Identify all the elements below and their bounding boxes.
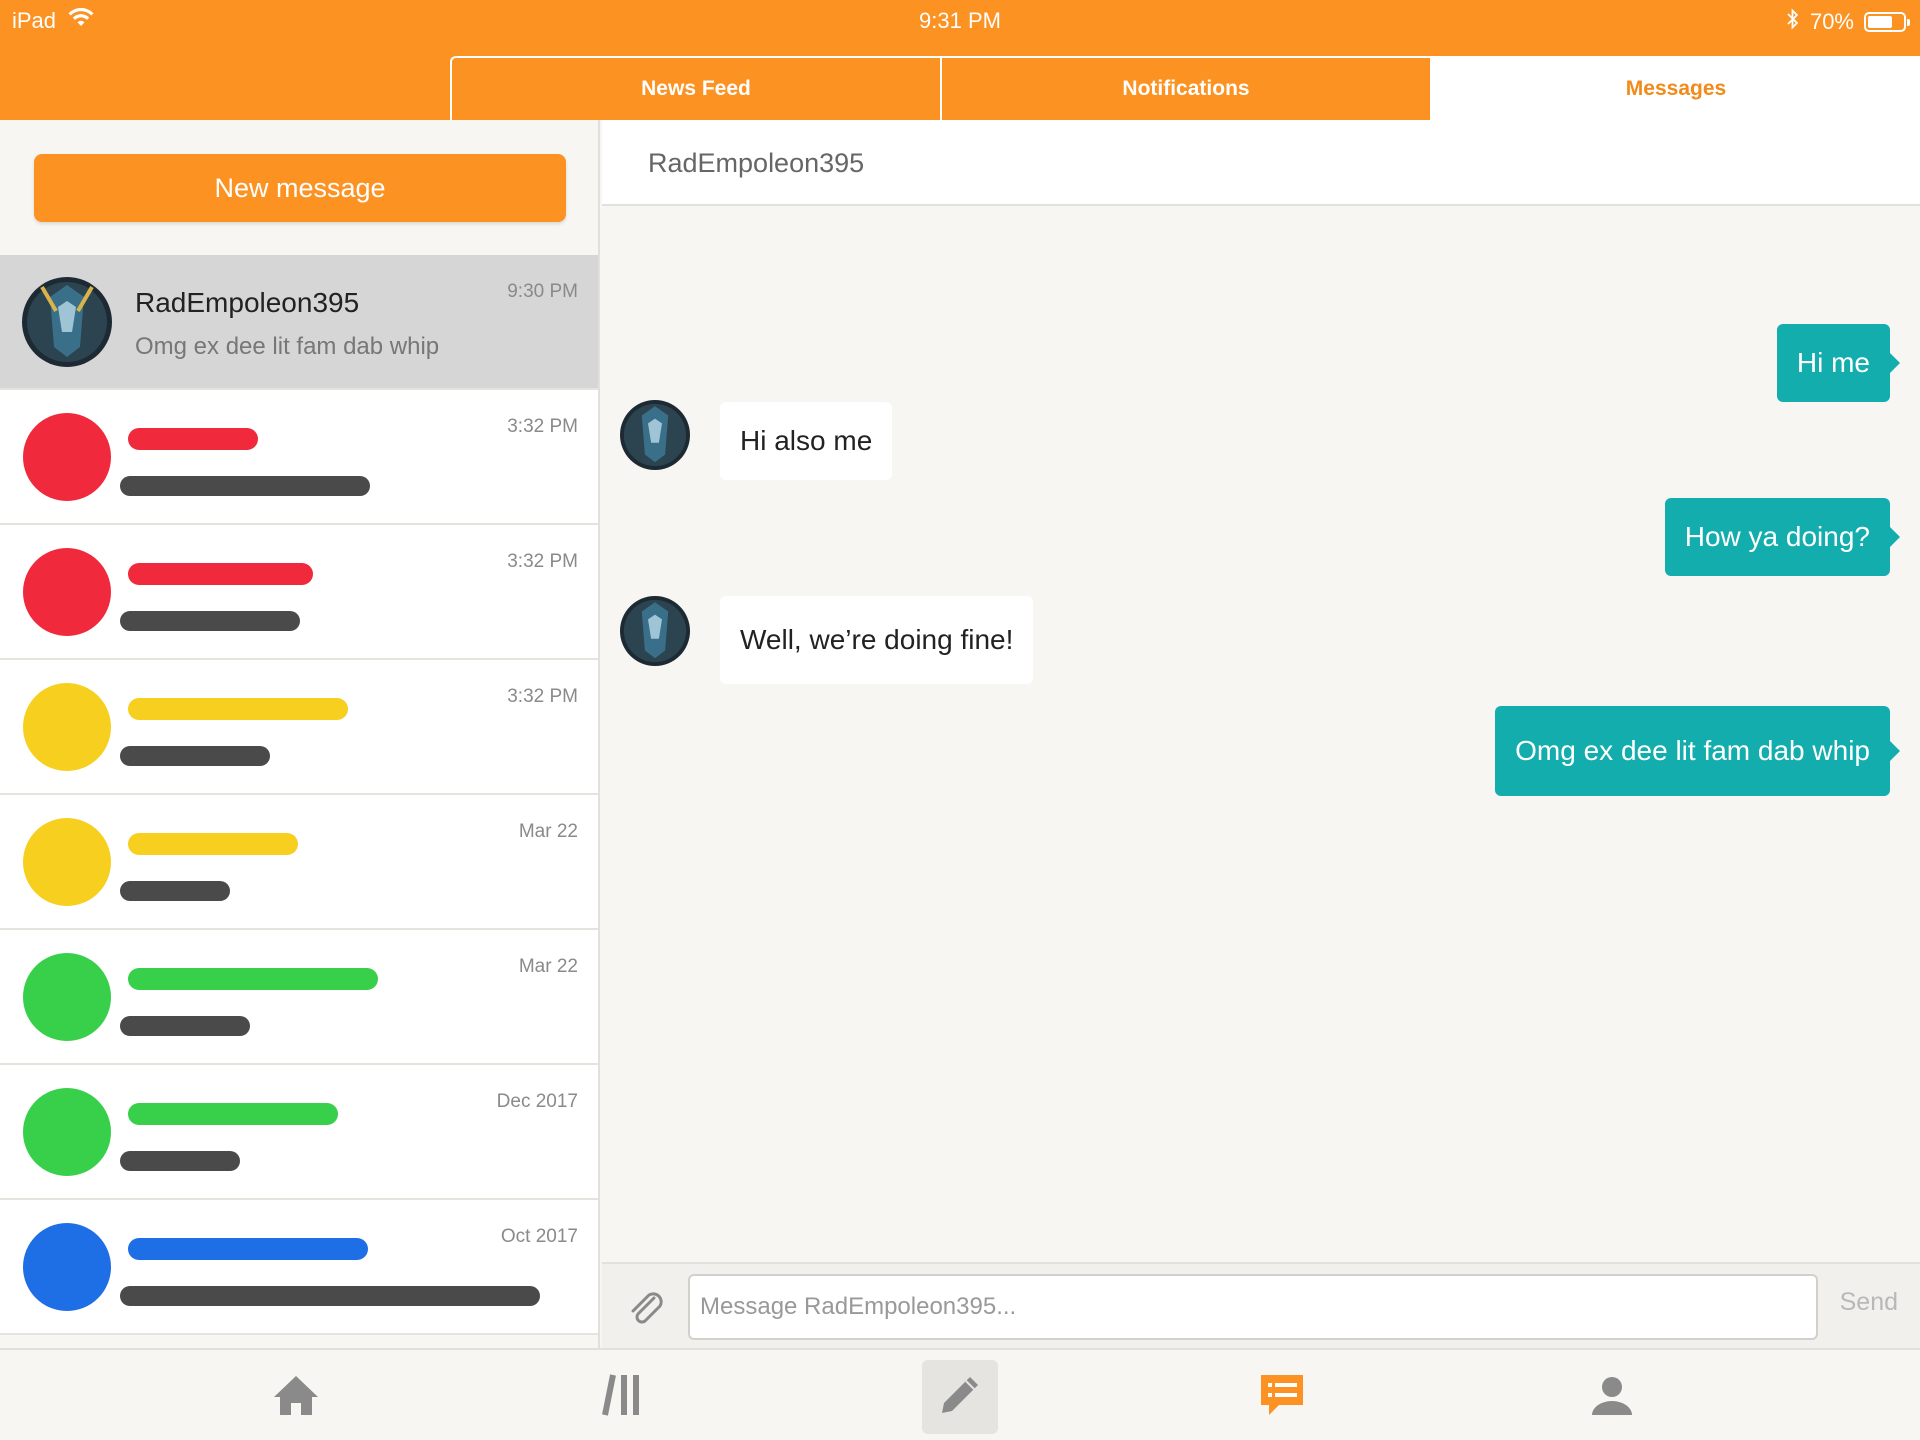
tab-notifications[interactable]: Notifications: [942, 58, 1432, 120]
redacted-avatar: [22, 952, 112, 1042]
redacted-name: [128, 698, 348, 720]
message-bubble-sent: How ya doing?: [1664, 498, 1901, 576]
message-composer: Send: [602, 1262, 1920, 1348]
avatar: [22, 277, 112, 367]
chat-panel: RadEmpoleon395 Hi me Hi also me How ya d…: [602, 120, 1920, 1348]
conversation-item[interactable]: Mar 22: [0, 795, 598, 930]
conversation-time: Mar 22: [518, 821, 578, 842]
send-button[interactable]: Send: [1840, 1288, 1898, 1317]
redacted-name: [128, 428, 258, 450]
conversation-item-radempoleon395[interactable]: RadEmpoleon395 Omg ex dee lit fam dab wh…: [0, 255, 598, 390]
conversation-time: Dec 2017: [496, 1091, 578, 1112]
conversation-time: 3:32 PM: [507, 551, 578, 572]
redacted-preview: [120, 1151, 240, 1171]
conversation-list: RadEmpoleon395 Omg ex dee lit fam dab wh…: [0, 255, 598, 1335]
redacted-avatar: [22, 817, 112, 907]
tab-news-feed[interactable]: News Feed: [452, 58, 942, 120]
redacted-name: [128, 563, 313, 585]
conversation-time: 3:32 PM: [507, 416, 578, 437]
chat-header: RadEmpoleon395: [602, 120, 1920, 206]
bottom-nav: [0, 1348, 1920, 1440]
message-bubble-received: Hi also me: [720, 402, 893, 480]
redacted-preview: [120, 746, 270, 766]
battery-fill: [1868, 16, 1892, 28]
battery-percent: 70%: [1809, 9, 1854, 34]
home-icon: [272, 1373, 320, 1422]
status-bar: iPad 9:31 PM 70%: [0, 0, 1920, 40]
nav-messages[interactable]: [1244, 1360, 1320, 1434]
conversation-preview: Omg ex dee lit fam dab whip: [135, 333, 440, 360]
conversation-time: Oct 2017: [500, 1226, 578, 1247]
nav-home[interactable]: [258, 1360, 334, 1434]
redacted-preview: [120, 1016, 250, 1036]
message-input[interactable]: [688, 1274, 1818, 1340]
conversation-time: 9:30 PM: [507, 281, 578, 302]
attachment-icon[interactable]: [624, 1286, 668, 1330]
conversation-sidebar: New message RadEmpoleon395 Omg ex dee li…: [0, 120, 600, 1348]
redacted-avatar: [22, 412, 112, 502]
new-message-button[interactable]: New message: [34, 154, 566, 222]
chat-title: RadEmpoleon395: [648, 148, 865, 178]
redacted-avatar: [22, 547, 112, 637]
compose-icon: [936, 1371, 984, 1424]
redacted-preview: [120, 611, 300, 631]
nav-library[interactable]: [587, 1360, 663, 1434]
redacted-preview: [120, 1286, 540, 1306]
profile-icon: [1590, 1373, 1634, 1422]
redacted-avatar: [22, 682, 112, 772]
conversation-item[interactable]: 3:32 PM: [0, 390, 598, 525]
redacted-name: [128, 1103, 338, 1125]
conversation-item[interactable]: 3:32 PM: [0, 660, 598, 795]
conversation-item[interactable]: Mar 22: [0, 930, 598, 1065]
bluetooth-icon: [1786, 8, 1800, 36]
nav-compose[interactable]: [922, 1360, 998, 1434]
redacted-preview: [120, 881, 230, 901]
avatar: [620, 400, 690, 470]
messages-icon: [1257, 1371, 1307, 1424]
conversation-item[interactable]: Oct 2017: [0, 1200, 598, 1335]
conversation-name: RadEmpoleon395: [135, 287, 360, 318]
redacted-avatar: [22, 1222, 112, 1312]
conversation-item[interactable]: Dec 2017: [0, 1065, 598, 1200]
message-thread: Hi me Hi also me How ya doing? Well, we’…: [602, 206, 1920, 1262]
library-icon: [601, 1371, 649, 1424]
conversation-time: 3:32 PM: [507, 686, 578, 707]
status-time: 9:31 PM: [919, 8, 1001, 33]
redacted-preview: [120, 476, 370, 496]
nav-profile[interactable]: [1574, 1360, 1650, 1434]
message-bubble-sent: Omg ex dee lit fam dab whip: [1495, 706, 1900, 796]
redacted-name: [128, 833, 298, 855]
message-bubble-sent: Hi me: [1776, 324, 1901, 402]
tab-messages[interactable]: Messages: [1432, 58, 1920, 120]
redacted-name: [128, 968, 378, 990]
redacted-name: [128, 1238, 368, 1260]
message-bubble-received: Well, we’re doing fine!: [720, 596, 1034, 684]
battery-icon: [1864, 12, 1910, 32]
avatar: [620, 596, 690, 666]
conversation-item[interactable]: 3:32 PM: [0, 525, 598, 660]
conversation-time: Mar 22: [518, 956, 578, 977]
main-tabs: News Feed Notifications Messages: [450, 56, 1920, 120]
top-bar: iPad 9:31 PM 70% News Feed Notifications…: [0, 0, 1920, 120]
redacted-avatar: [22, 1087, 112, 1177]
